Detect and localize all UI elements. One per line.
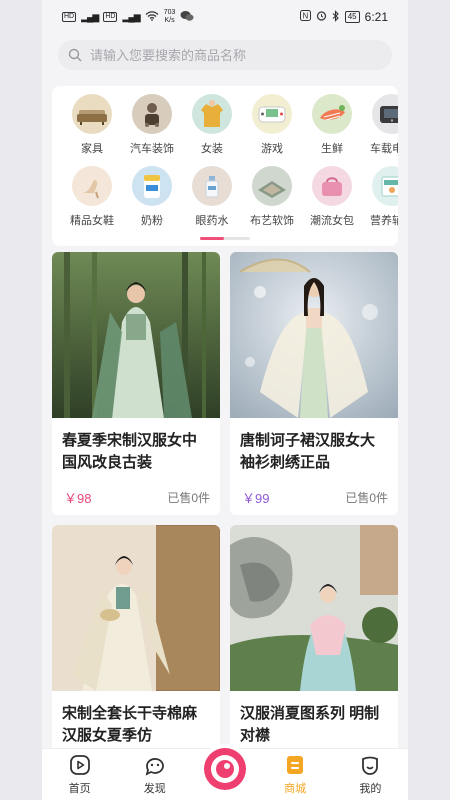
salmon-icon xyxy=(312,94,352,134)
category-panel: 家具 汽车装饰 女装 游戏 生鲜 车载电 精品女鞋 奶粉 眼药水 布艺软饰 潮流… xyxy=(52,86,398,246)
tab-home-label: 首页 xyxy=(68,783,91,795)
category-eye-drops[interactable]: 眼药水 xyxy=(182,166,242,238)
category-label: 车载电器 xyxy=(370,143,398,155)
signal2-icon: ▂▄▆ xyxy=(122,11,140,22)
tab-mall[interactable]: 商城 xyxy=(265,753,325,796)
eye-drops-icon xyxy=(192,166,232,206)
product-sold: 已售0件 xyxy=(345,491,388,505)
category-milk-powder[interactable]: 奶粉 xyxy=(122,166,182,238)
signal-icon: ▂▄▆ xyxy=(81,11,99,22)
sim2-badge: HD xyxy=(103,12,118,22)
category-label: 汽车装饰 xyxy=(130,143,174,155)
product-image xyxy=(230,252,398,418)
milk-powder-icon xyxy=(132,166,172,206)
product-sold: 已售0件 xyxy=(167,491,210,505)
category-baby-food[interactable]: 营养辅食 xyxy=(362,166,398,238)
jacket-icon xyxy=(192,94,232,134)
product-card[interactable]: 春夏季宋制汉服女中国风改良古装 ￥98 已售0件 xyxy=(52,252,220,515)
category-car-electronics[interactable]: 车载电器 xyxy=(362,94,398,166)
category-women-clothing[interactable]: 女装 xyxy=(182,94,242,166)
discover-icon xyxy=(145,758,164,776)
category-label: 奶粉 xyxy=(141,215,163,227)
category-row-1: 家具 汽车装饰 女装 游戏 生鲜 车载电 xyxy=(62,94,398,166)
category-label: 女装 xyxy=(201,143,223,155)
category-row-2: 精品女鞋 奶粉 眼药水 布艺软饰 潮流女包 营养辅 xyxy=(62,166,398,238)
mall-icon xyxy=(287,756,304,774)
product-title: 汉服消夏图系列 明制对襟 xyxy=(240,705,380,744)
product-image xyxy=(230,525,398,691)
car-device-icon xyxy=(372,94,398,134)
network-speed: 703 K/s xyxy=(164,9,176,25)
product-image xyxy=(52,525,220,691)
tab-discover-label: 发现 xyxy=(143,783,166,795)
app-screen: HD ▂▄▆ HD ▂▄▆ 703 K/s N 45 6:21 请输入您要搜索的… xyxy=(42,0,408,800)
scroll-indicator-active xyxy=(200,237,224,240)
category-label: 游戏 xyxy=(261,143,283,155)
status-right: N 45 6:21 xyxy=(299,9,388,25)
speed-unit: K/s xyxy=(164,17,175,24)
sim1-badge: HD xyxy=(62,12,77,22)
category-label: 精品女鞋 xyxy=(70,215,114,227)
tab-home[interactable]: 首页 xyxy=(50,753,110,796)
nfc-icon: N xyxy=(299,10,311,24)
status-bar: HD ▂▄▆ HD ▂▄▆ 703 K/s N 45 6:21 xyxy=(42,0,408,34)
handbag-icon xyxy=(312,166,352,206)
tab-mine[interactable]: 我的 xyxy=(340,753,400,796)
search-icon xyxy=(68,48,82,62)
category-soft-furnishing[interactable]: 布艺软饰 xyxy=(242,166,302,238)
product-title: 春夏季宋制汉服女中国风改良古装 xyxy=(62,432,198,471)
status-left: HD ▂▄▆ HD ▂▄▆ 703 K/s xyxy=(62,9,194,25)
scroll-indicator xyxy=(200,237,250,240)
category-women-shoes[interactable]: 精品女鞋 xyxy=(62,166,122,238)
car-ornament-icon xyxy=(132,94,172,134)
product-title: 唐制诃子裙汉服女大袖衫刺绣正品 xyxy=(240,432,376,471)
speed-value: 703 xyxy=(163,9,176,16)
product-title: 宋制全套长干寺棉麻汉服女夏季仿 xyxy=(62,705,198,744)
category-label: 家具 xyxy=(81,143,103,155)
product-card[interactable]: 唐制诃子裙汉服女大袖衫刺绣正品 ￥99 已售0件 xyxy=(230,252,398,515)
home-icon xyxy=(69,755,90,775)
product-price: ￥98 xyxy=(64,491,92,506)
center-logo-icon xyxy=(204,748,246,790)
category-label: 眼药水 xyxy=(195,215,229,227)
tab-mine-label: 我的 xyxy=(359,783,382,795)
tab-discover[interactable]: 发现 xyxy=(125,753,185,796)
wifi-icon xyxy=(145,10,159,24)
battery-indicator: 45 xyxy=(344,11,360,23)
product-image xyxy=(52,252,220,418)
svg-text:N: N xyxy=(302,12,308,21)
baby-food-icon xyxy=(372,166,398,206)
category-label: 生鲜 xyxy=(321,143,343,155)
clock: 6:21 xyxy=(364,10,388,24)
gameboy-icon xyxy=(252,94,292,134)
category-car-decoration[interactable]: 汽车装饰 xyxy=(122,94,182,166)
bottom-tab-bar: 首页 发现 商城 我的 xyxy=(42,746,408,800)
search-input[interactable] xyxy=(90,47,392,63)
category-handbags[interactable]: 潮流女包 xyxy=(302,166,362,238)
center-action-button[interactable] xyxy=(202,746,248,792)
heels-icon xyxy=(72,166,112,206)
category-label: 营养辅食 xyxy=(370,215,398,227)
sofa-icon xyxy=(72,94,112,134)
category-games[interactable]: 游戏 xyxy=(242,94,302,166)
category-furniture[interactable]: 家具 xyxy=(62,94,122,166)
profile-icon xyxy=(362,756,379,775)
tab-mall-label: 商城 xyxy=(284,783,307,795)
product-grid: 春夏季宋制汉服女中国风改良古装 ￥98 已售0件 唐制诃子裙汉服女大袖衫刺绣正品… xyxy=(52,252,398,788)
category-fresh[interactable]: 生鲜 xyxy=(302,94,362,166)
product-price: ￥99 xyxy=(242,491,270,506)
alarm-icon xyxy=(316,10,327,24)
product-meta: ￥98 已售0件 xyxy=(52,474,220,507)
rug-icon xyxy=(252,166,292,206)
wechat-icon xyxy=(180,10,194,25)
bluetooth-icon xyxy=(332,9,340,25)
category-label: 潮流女包 xyxy=(310,215,354,227)
product-meta: ￥99 已售0件 xyxy=(230,474,398,507)
search-bar[interactable] xyxy=(58,40,392,70)
category-label: 布艺软饰 xyxy=(250,215,294,227)
